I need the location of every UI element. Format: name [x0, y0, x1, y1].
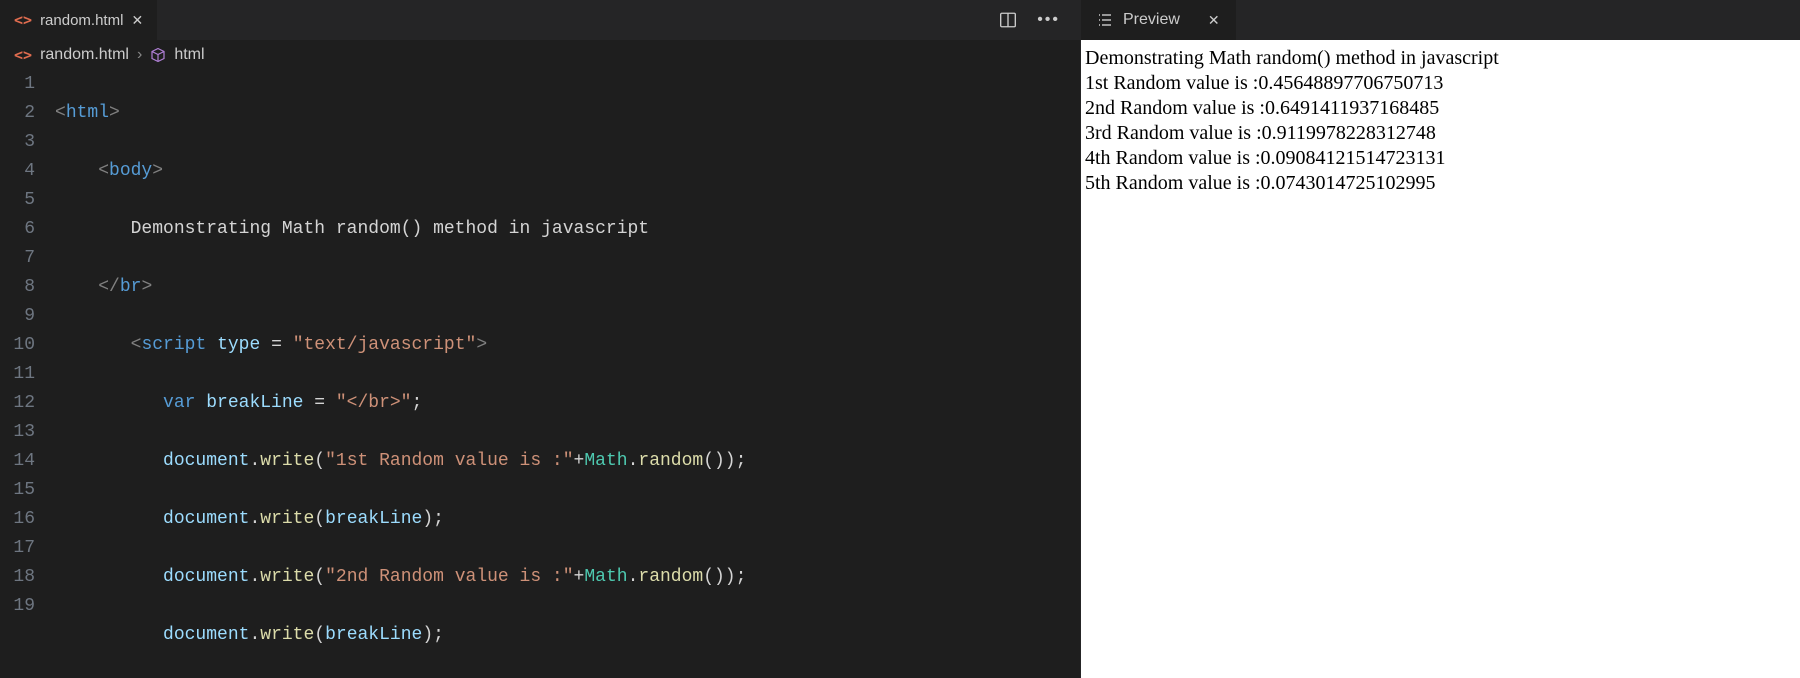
split-editor-icon[interactable]: [999, 11, 1017, 29]
tab-filename: random.html: [40, 12, 123, 29]
close-icon[interactable]: ✕: [1208, 12, 1220, 29]
code-line[interactable]: <html>: [55, 99, 1080, 128]
line-number: 10: [0, 331, 35, 360]
line-number: 9: [0, 302, 35, 331]
more-actions-icon[interactable]: •••: [1037, 11, 1060, 29]
code-line[interactable]: <body>: [55, 157, 1080, 186]
editor-tab-actions: •••: [979, 11, 1080, 29]
code-content[interactable]: <html> <body> Demonstrating Math random(…: [55, 70, 1080, 678]
line-number: 17: [0, 534, 35, 563]
tab-preview[interactable]: Preview ✕: [1081, 0, 1236, 40]
line-number: 19: [0, 592, 35, 621]
html-file-icon: <>: [14, 46, 32, 64]
code-line[interactable]: document.write("2nd Random value is :"+M…: [55, 563, 1080, 592]
preview-line: 4th Random value is :0.09084121514723131: [1085, 146, 1796, 171]
line-number: 5: [0, 186, 35, 215]
line-number: 4: [0, 157, 35, 186]
code-line[interactable]: var breakLine = "</br>";: [55, 389, 1080, 418]
line-number: 18: [0, 563, 35, 592]
close-icon[interactable]: ✕: [131, 12, 143, 29]
code-line[interactable]: </br>: [55, 273, 1080, 302]
line-number: 6: [0, 215, 35, 244]
line-number: 15: [0, 476, 35, 505]
line-number: 13: [0, 418, 35, 447]
editor-tab-bar: <> random.html ✕ •••: [0, 0, 1080, 40]
line-number: 3: [0, 128, 35, 157]
line-number: 7: [0, 244, 35, 273]
code-line[interactable]: document.write(breakLine);: [55, 505, 1080, 534]
tab-random-html[interactable]: <> random.html ✕: [0, 0, 158, 40]
html-file-icon: <>: [14, 11, 32, 29]
line-number: 12: [0, 389, 35, 418]
preview-line: 3rd Random value is :0.9119978228312748: [1085, 121, 1796, 146]
code-line[interactable]: Demonstrating Math random() method in ja…: [55, 215, 1080, 244]
line-number: 1: [0, 70, 35, 99]
code-line[interactable]: <script type = "text/javascript">: [55, 331, 1080, 360]
line-number: 11: [0, 360, 35, 389]
line-number: 8: [0, 273, 35, 302]
line-number: 14: [0, 447, 35, 476]
code-line[interactable]: document.write(breakLine);: [55, 621, 1080, 650]
breadcrumb-symbol[interactable]: html: [174, 46, 204, 64]
line-number: 2: [0, 99, 35, 128]
code-editor[interactable]: 1 2 3 4 5 6 7 8 9 10 11 12 13 14 15 16 1…: [0, 70, 1080, 678]
preview-line: 1st Random value is :0.45648897706750713: [1085, 71, 1796, 96]
preview-pane: Preview ✕ Demonstrating Math random() me…: [1080, 0, 1800, 678]
code-line[interactable]: document.write("1st Random value is :"+M…: [55, 447, 1080, 476]
breadcrumb-separator-icon: ›: [137, 46, 142, 64]
preview-icon: [1097, 12, 1113, 28]
line-number: 16: [0, 505, 35, 534]
breadcrumb-file[interactable]: random.html: [40, 46, 129, 64]
symbol-icon: [150, 47, 166, 63]
preview-content: Demonstrating Math random() method in ja…: [1081, 40, 1800, 678]
preview-tab-label: Preview: [1123, 11, 1180, 29]
breadcrumb: <> random.html › html: [0, 40, 1080, 70]
line-gutter: 1 2 3 4 5 6 7 8 9 10 11 12 13 14 15 16 1…: [0, 70, 55, 678]
preview-line: Demonstrating Math random() method in ja…: [1085, 46, 1796, 71]
preview-tab-bar: Preview ✕: [1081, 0, 1800, 40]
preview-line: 5th Random value is :0.0743014725102995: [1085, 171, 1796, 196]
preview-line: 2nd Random value is :0.6491411937168485: [1085, 96, 1796, 121]
editor-pane: <> random.html ✕ ••• <> random.html ›: [0, 0, 1080, 678]
